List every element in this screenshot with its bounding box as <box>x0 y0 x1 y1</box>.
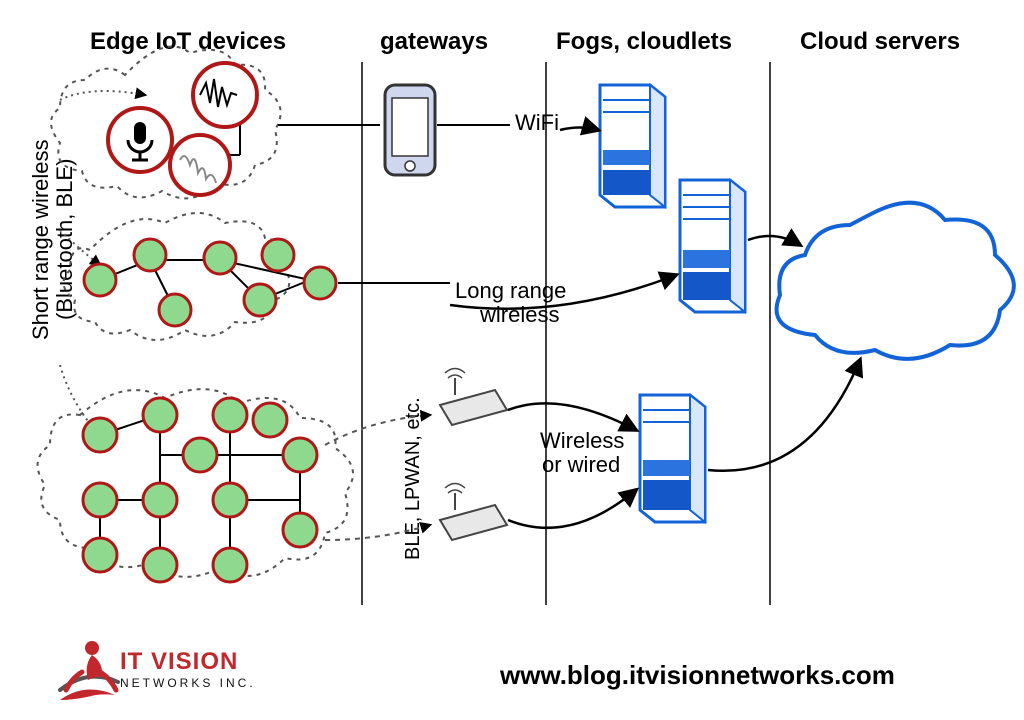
fog-server-1 <box>600 85 665 207</box>
sensor-neural-icon <box>170 135 230 195</box>
mesh-small-nodes <box>84 239 336 326</box>
link-mesh-large-router1 <box>325 415 430 445</box>
logo-icon <box>60 641 118 700</box>
arrow-fog2-to-cloud <box>748 236 800 245</box>
arrow-longrange-to-fog2 <box>450 275 676 309</box>
link-mesh-large-router2 <box>325 525 430 540</box>
arrow-fog3-to-cloud <box>708 360 860 471</box>
arrow-router1-to-fog3 <box>508 403 636 430</box>
arrow-router2-to-fog3 <box>508 490 636 528</box>
dotted-line-1 <box>60 91 145 100</box>
mesh-large-nodes <box>83 398 317 582</box>
diagram-root: { "columns": { "edge": "Edge IoT devices… <box>0 0 1024 720</box>
arrow-wifi-to-fog1 <box>560 128 598 131</box>
phone-gateway-icon <box>385 85 435 175</box>
fog-server-2 <box>680 180 745 312</box>
diagram-svg <box>0 0 1024 720</box>
router-gateway-2 <box>440 484 507 541</box>
router-gateway-1 <box>440 369 507 426</box>
fog-server-3 <box>640 395 705 522</box>
cloud-icon <box>777 203 1014 359</box>
